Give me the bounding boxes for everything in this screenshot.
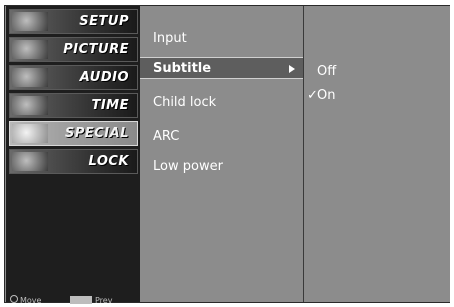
option-label: Subtitle — [153, 61, 212, 76]
category-lock[interactable]: LOCK — [9, 149, 138, 174]
value-label: Off — [317, 64, 337, 79]
special-icon — [12, 124, 48, 143]
category-label: LOCK — [88, 154, 129, 169]
lock-icon — [12, 152, 48, 171]
special-options-list: Input Subtitle Child lock ARC Low power — [140, 6, 304, 302]
move-hint: Move — [20, 296, 42, 305]
category-setup[interactable]: SETUP — [9, 9, 138, 34]
value-label: On — [317, 88, 336, 103]
option-low-power[interactable]: Low power — [140, 156, 303, 178]
option-input[interactable]: Input — [140, 28, 303, 50]
setup-icon — [12, 12, 48, 31]
category-label: SPECIAL — [65, 126, 129, 141]
category-time[interactable]: TIME — [9, 93, 138, 118]
category-audio[interactable]: AUDIO — [9, 65, 138, 90]
value-off[interactable]: Off — [304, 64, 384, 82]
option-arc[interactable]: ARC — [140, 126, 303, 148]
category-label: AUDIO — [79, 70, 129, 85]
option-label: Input — [153, 31, 187, 46]
audio-icon — [12, 68, 48, 87]
option-subtitle[interactable]: Subtitle — [140, 57, 303, 79]
value-on[interactable]: ✓ On — [304, 88, 384, 106]
time-icon — [12, 96, 48, 115]
tv-osd-screen: SETUP PICTURE AUDIO TIME SPECIAL LOCK Mo… — [0, 0, 454, 307]
subtitle-values-list: Off ✓ On — [304, 6, 450, 302]
option-child-lock[interactable]: Child lock — [140, 92, 303, 114]
option-label: ARC — [153, 129, 180, 144]
prev-hint: Prev — [95, 296, 113, 305]
picture-icon — [12, 40, 48, 59]
category-special[interactable]: SPECIAL — [9, 121, 138, 146]
submenu-arrow-icon — [289, 65, 295, 73]
option-label: Child lock — [153, 95, 217, 110]
category-sidebar: SETUP PICTURE AUDIO TIME SPECIAL LOCK Mo… — [6, 6, 140, 305]
category-label: PICTURE — [63, 42, 129, 57]
option-label: Low power — [153, 159, 223, 174]
category-label: SETUP — [79, 14, 129, 29]
menu-key-icon — [70, 296, 92, 304]
category-label: TIME — [91, 98, 129, 113]
move-dpad-icon — [10, 295, 18, 303]
category-picture[interactable]: PICTURE — [9, 37, 138, 62]
